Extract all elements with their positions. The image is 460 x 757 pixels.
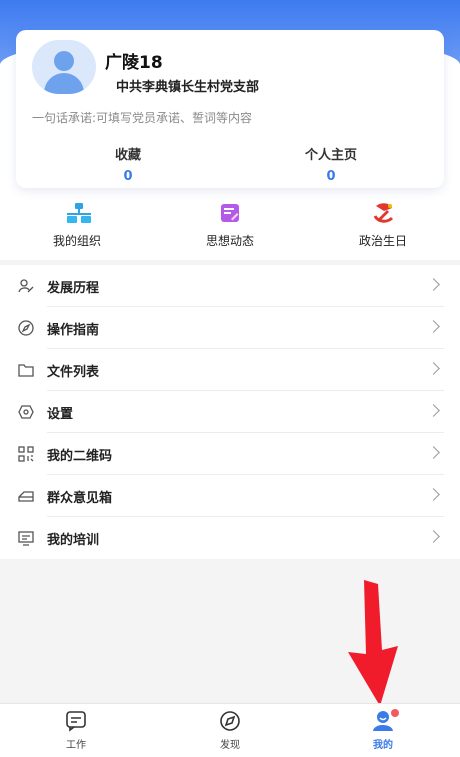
chevron-right-icon xyxy=(427,488,440,501)
homepage-count: 0 xyxy=(326,169,336,184)
tab-discover[interactable]: 发现 xyxy=(200,710,260,751)
organization-name: 中共李典镇长生村党支部 xyxy=(116,80,260,95)
menu-item-my-qr-code[interactable]: 我的二维码 xyxy=(0,433,460,475)
chevron-right-icon xyxy=(427,278,440,291)
menu-item-label: 设置 xyxy=(47,407,74,422)
menu-item-suggestion-box[interactable]: 群众意见箱 xyxy=(0,475,460,517)
chevron-right-icon xyxy=(427,404,440,417)
settings-icon xyxy=(18,404,34,420)
menu-item-label: 文件列表 xyxy=(47,365,100,380)
person-edit-icon xyxy=(18,278,34,294)
thoughts-icon xyxy=(219,202,241,224)
pledge-text[interactable]: 一句话承诺:可填写党员承诺、誓词等内容 xyxy=(32,109,252,126)
menu-item-label: 我的二维码 xyxy=(47,449,113,464)
menu-item-settings[interactable]: 设置 xyxy=(0,391,460,433)
shortcut-thoughts[interactable]: 思想动态 xyxy=(175,202,285,249)
shortcut-my-organization[interactable]: 我的组织 xyxy=(22,202,132,249)
qr-code-icon xyxy=(18,446,34,462)
tab-label: 发现 xyxy=(220,740,240,751)
shortcut-label: 思想动态 xyxy=(205,234,254,248)
menu-item-file-list[interactable]: 文件列表 xyxy=(0,349,460,391)
chevron-right-icon xyxy=(427,362,440,375)
menu-item-my-training[interactable]: 我的培训 xyxy=(0,517,460,559)
user-name: 广陵18 xyxy=(105,53,163,73)
training-icon xyxy=(18,530,34,546)
menu-item-label: 我的培训 xyxy=(47,533,100,548)
favorites-count: 0 xyxy=(123,169,133,184)
profile-card: 广陵18 中共李典镇长生村党支部 一句话承诺:可填写党员承诺、誓词等内容 收藏 … xyxy=(16,30,444,188)
chevron-right-icon xyxy=(427,320,440,333)
organization-icon xyxy=(66,202,91,224)
bottom-tab-bar: 工作 发现 我的 xyxy=(0,703,460,757)
avatar[interactable] xyxy=(32,40,96,94)
folder-icon xyxy=(18,362,34,378)
mailbox-icon xyxy=(18,488,34,504)
work-icon xyxy=(65,710,87,732)
chevron-right-icon xyxy=(427,530,440,543)
discover-icon xyxy=(219,710,241,732)
menu-item-user-guide[interactable]: 操作指南 xyxy=(0,307,460,349)
tab-mine[interactable]: 我的 xyxy=(353,709,413,751)
party-emblem-icon xyxy=(372,202,394,224)
menu-item-label: 群众意见箱 xyxy=(47,491,113,506)
shortcut-label: 政治生日 xyxy=(358,234,407,248)
menu-item-label: 发展历程 xyxy=(47,281,100,296)
tab-label: 我的 xyxy=(373,740,393,751)
tab-work[interactable]: 工作 xyxy=(46,710,106,751)
menu-list: 发展历程 操作指南 文件列表 设置 我的二维码 群众意见箱 我的培训 xyxy=(0,265,460,559)
annotation-arrow xyxy=(348,580,398,706)
favorites-label: 收藏 xyxy=(114,148,141,163)
chevron-right-icon xyxy=(427,446,440,459)
homepage-stat[interactable]: 个人主页 0 xyxy=(271,144,391,184)
favorites-stat[interactable]: 收藏 0 xyxy=(68,144,188,184)
shortcut-label: 我的组织 xyxy=(52,234,101,248)
homepage-label: 个人主页 xyxy=(304,148,357,163)
notification-badge xyxy=(391,709,399,717)
mine-icon xyxy=(372,709,399,732)
compass-icon xyxy=(18,320,34,336)
menu-item-development-history[interactable]: 发展历程 xyxy=(0,265,460,307)
shortcut-political-birthday[interactable]: 政治生日 xyxy=(328,202,438,249)
menu-item-label: 操作指南 xyxy=(47,323,100,338)
tab-label: 工作 xyxy=(66,740,86,751)
